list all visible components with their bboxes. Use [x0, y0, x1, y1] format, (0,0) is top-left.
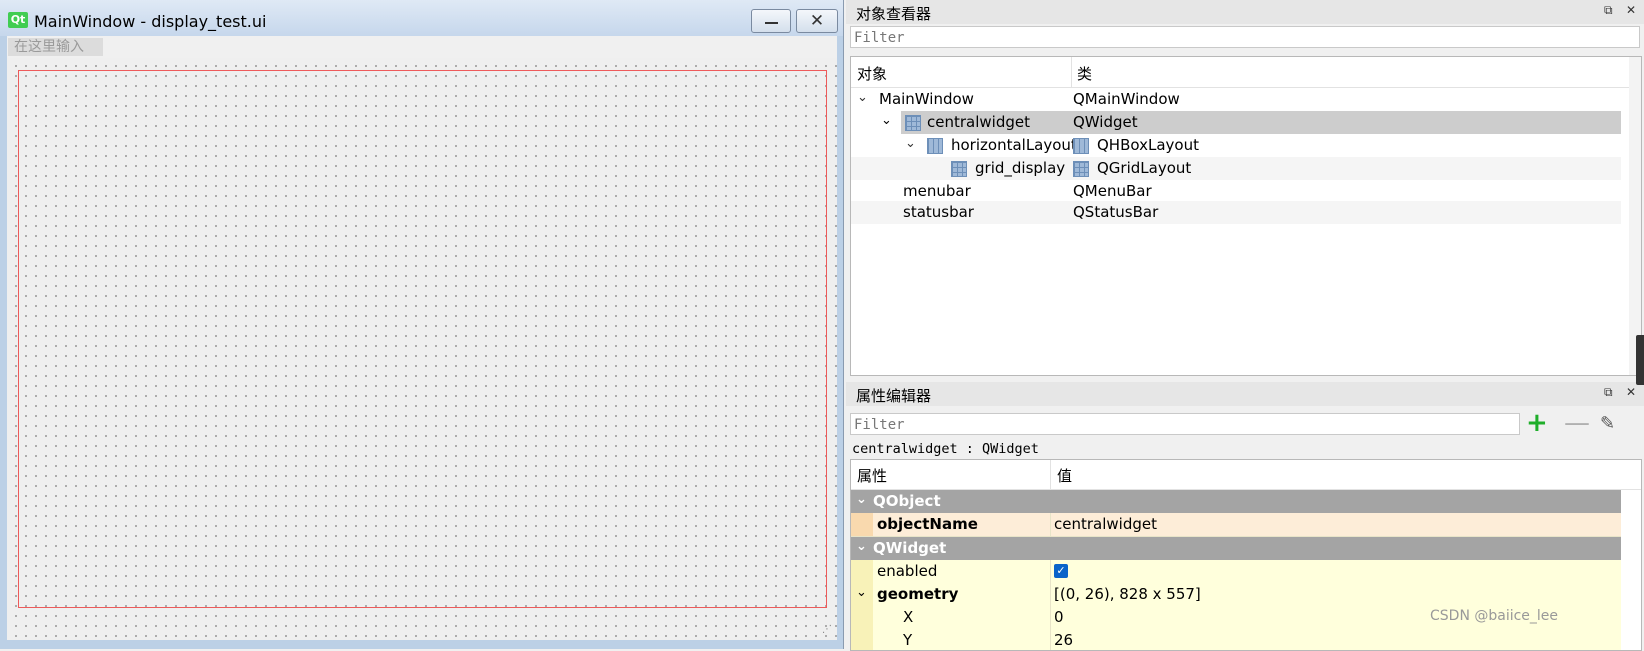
minimize-icon [765, 22, 778, 24]
grid-layout-icon [905, 115, 921, 131]
qt-logo-icon: Qt [8, 12, 28, 28]
enabled-checkbox[interactable]: ✓ [1054, 564, 1068, 578]
chevron-down-icon[interactable]: ⌄ [905, 136, 916, 151]
close-icon[interactable]: ✕ [1626, 3, 1636, 17]
chevron-down-icon[interactable]: ⌄ [856, 492, 867, 507]
tree-scrollbar[interactable] [1629, 57, 1641, 375]
tree-row-class: QGridLayout [1097, 159, 1192, 177]
object-inspector-titlebar[interactable]: 对象查看器 ⧉ ✕ [846, 0, 1644, 24]
close-button[interactable]: ✕ [796, 9, 838, 33]
chevron-down-icon[interactable]: ⌄ [881, 113, 892, 128]
remove-property-button[interactable]: — [1564, 410, 1590, 436]
tree-row-name: MainWindow [879, 90, 974, 108]
tree-row-class: QHBoxLayout [1097, 136, 1199, 154]
tree-row-name: horizontalLayout [951, 136, 1077, 154]
property-value[interactable]: 26 [1054, 631, 1073, 649]
property-group-name: QObject [873, 492, 941, 510]
hbox-layout-icon [1073, 138, 1089, 154]
tree-row-name: menubar [903, 182, 971, 200]
watermark: CSDN @baiice_lee [1430, 608, 1559, 624]
property-name: objectName [877, 515, 978, 533]
dock-edge-handle[interactable] [1636, 335, 1644, 385]
chevron-down-icon[interactable]: ⌄ [856, 585, 867, 600]
property-filter-input[interactable]: Filter [850, 413, 1520, 435]
grid-layout-icon [1073, 161, 1089, 177]
right-dock-area: 对象查看器 ⧉ ✕ Filter 对象 类 ⌄ MainWindow QMain… [846, 0, 1644, 651]
column-header-property[interactable]: 属性 [857, 465, 887, 486]
column-header-object[interactable]: 对象 [857, 63, 887, 84]
property-context-label: centralwidget : QWidget [852, 441, 1039, 457]
hbox-layout-icon [927, 138, 943, 154]
float-icon[interactable]: ⧉ [1604, 385, 1613, 400]
tree-row-class: QMainWindow [1073, 90, 1180, 108]
property-group-qobject[interactable]: ⌄ QObject [851, 490, 1621, 513]
close-icon: ✕ [809, 11, 825, 31]
property-table-header: 属性 值 [851, 460, 1641, 490]
object-filter-input[interactable]: Filter [850, 26, 1640, 48]
close-icon[interactable]: ✕ [1626, 385, 1636, 399]
tree-row-name: centralwidget [927, 113, 1030, 131]
type-here-menu-item[interactable]: 在这里输入 [8, 38, 103, 56]
property-filter-row: Filter + — ✎ [846, 410, 1644, 438]
window-client-area: 在这里输入 ⋰ [7, 36, 837, 640]
minimize-button[interactable] [751, 9, 791, 33]
property-row-geometry[interactable]: ⌄ geometry [(0, 26), 828 x 557] [851, 583, 1621, 607]
tree-row-horizontallayout[interactable]: ⌄ horizontalLayout QHBoxLayout [851, 134, 1621, 157]
property-editor-titlebar[interactable]: 属性编辑器 ⧉ ✕ [846, 382, 1644, 406]
resize-grip-icon[interactable]: ⋰ [822, 624, 834, 636]
tree-row-class: QMenuBar [1073, 182, 1152, 200]
property-name: X [903, 608, 914, 626]
designer-main-window: Qt MainWindow - display_test.ui ✕ 在这里输入 … [0, 0, 844, 649]
grid-layout-icon [951, 161, 967, 177]
object-inspector-title: 对象查看器 [856, 5, 932, 23]
menubar: 在这里输入 [7, 36, 837, 58]
property-group-name: QWidget [873, 539, 947, 557]
property-name: enabled [877, 562, 938, 580]
chevron-down-icon[interactable]: ⌄ [857, 90, 868, 105]
object-tree-header: 对象 类 [851, 57, 1641, 88]
tree-row-menubar[interactable]: menubar QMenuBar [851, 180, 1621, 203]
tree-row-grid-display[interactable]: grid_display QGridLayout [851, 157, 1621, 180]
property-value[interactable]: [(0, 26), 828 x 557] [1054, 585, 1201, 603]
property-group-qwidget[interactable]: ⌄ QWidget [851, 537, 1621, 560]
chevron-down-icon[interactable]: ⌄ [856, 539, 867, 554]
window-titlebar[interactable]: Qt MainWindow - display_test.ui ✕ [0, 0, 843, 36]
tree-row-class: QWidget [1073, 113, 1138, 131]
tree-row-centralwidget[interactable]: centralwidget QWidget [901, 111, 1621, 134]
tree-row-class: QStatusBar [1073, 203, 1159, 221]
property-row-objectname[interactable]: objectName centralwidget [851, 513, 1621, 537]
property-value[interactable]: centralwidget [1054, 515, 1157, 533]
tree-row-name: grid_display [975, 159, 1066, 177]
property-name: geometry [877, 585, 959, 603]
property-name: Y [903, 631, 913, 649]
tree-row-mainwindow[interactable]: ⌄ MainWindow QMainWindow [851, 88, 1621, 111]
configure-icon[interactable]: ✎ [1600, 413, 1626, 435]
add-property-button[interactable]: + [1526, 410, 1552, 436]
column-header-class[interactable]: 类 [1077, 63, 1092, 84]
tree-row-name: statusbar [903, 203, 974, 221]
grid-layout-frame[interactable] [18, 70, 827, 608]
object-tree[interactable]: 对象 类 ⌄ MainWindow QMainWindow centralwid… [850, 56, 1642, 376]
column-header-value[interactable]: 值 [1057, 465, 1072, 486]
tree-row-statusbar[interactable]: statusbar QStatusBar [851, 201, 1621, 224]
property-editor-title: 属性编辑器 [856, 387, 932, 405]
property-row-y[interactable]: Y 26 [851, 629, 1621, 650]
property-row-enabled[interactable]: enabled ✓ [851, 560, 1621, 584]
window-title: MainWindow - display_test.ui [34, 12, 267, 31]
property-value[interactable]: 0 [1054, 608, 1064, 626]
float-icon[interactable]: ⧉ [1604, 3, 1613, 18]
